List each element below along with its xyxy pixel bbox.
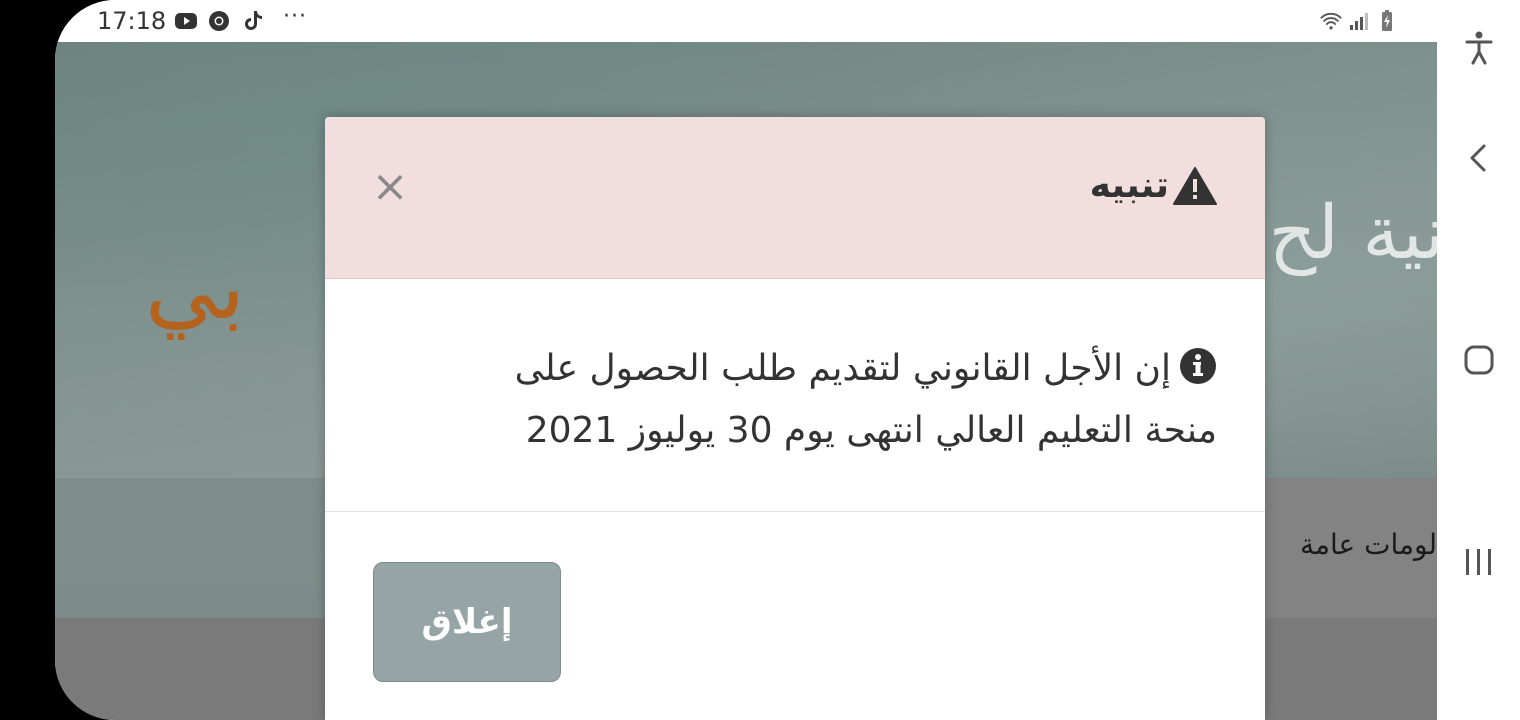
dialog-message: إن الأجل القانوني لتقديم طلب الحصول على … [437, 338, 1217, 462]
accessibility-icon[interactable] [1457, 26, 1501, 70]
signal-icon [1350, 13, 1368, 30]
status-time: 17:18 [97, 7, 167, 35]
close-icon[interactable]: × [371, 165, 409, 209]
navigation-bar [1437, 0, 1520, 720]
info-icon [1180, 348, 1216, 384]
dialog-title-text: تنبيه [1089, 165, 1169, 206]
background-info-fragment: لومات عامة [1299, 528, 1437, 561]
dialog-title: تنبيه [1090, 165, 1217, 206]
dialog-header: تنبيه × [325, 117, 1265, 279]
dialog-message-text: إن الأجل القانوني لتقديم طلب الحصول على … [514, 348, 1217, 451]
youtube-icon [175, 13, 197, 29]
status-more-indicator: ··· [283, 4, 307, 29]
warning-icon [1173, 166, 1217, 205]
alert-dialog: تنبيه × إن الأجل القانوني لتقديم طلب الح… [325, 117, 1265, 720]
wifi-icon [1320, 12, 1342, 30]
status-bar: 17:18 ··· [55, 0, 1437, 42]
background-title-fragment: نية لح [1268, 190, 1437, 276]
phone-screen: 17:18 ··· نية لح بي لومات عامة تنبيه × إ… [55, 0, 1437, 720]
tiktok-icon [245, 11, 262, 30]
chrome-icon [209, 11, 229, 31]
back-icon[interactable] [1457, 136, 1501, 180]
background-calligraphy-fragment: بي [145, 235, 246, 340]
close-button[interactable]: إغلاق [373, 562, 561, 682]
battery-icon [1382, 10, 1392, 31]
dialog-body: إن الأجل القانوني لتقديم طلب الحصول على … [325, 278, 1265, 512]
home-icon[interactable] [1457, 338, 1501, 382]
recents-icon[interactable] [1457, 540, 1501, 584]
dialog-footer: إغلاق [325, 512, 1265, 720]
